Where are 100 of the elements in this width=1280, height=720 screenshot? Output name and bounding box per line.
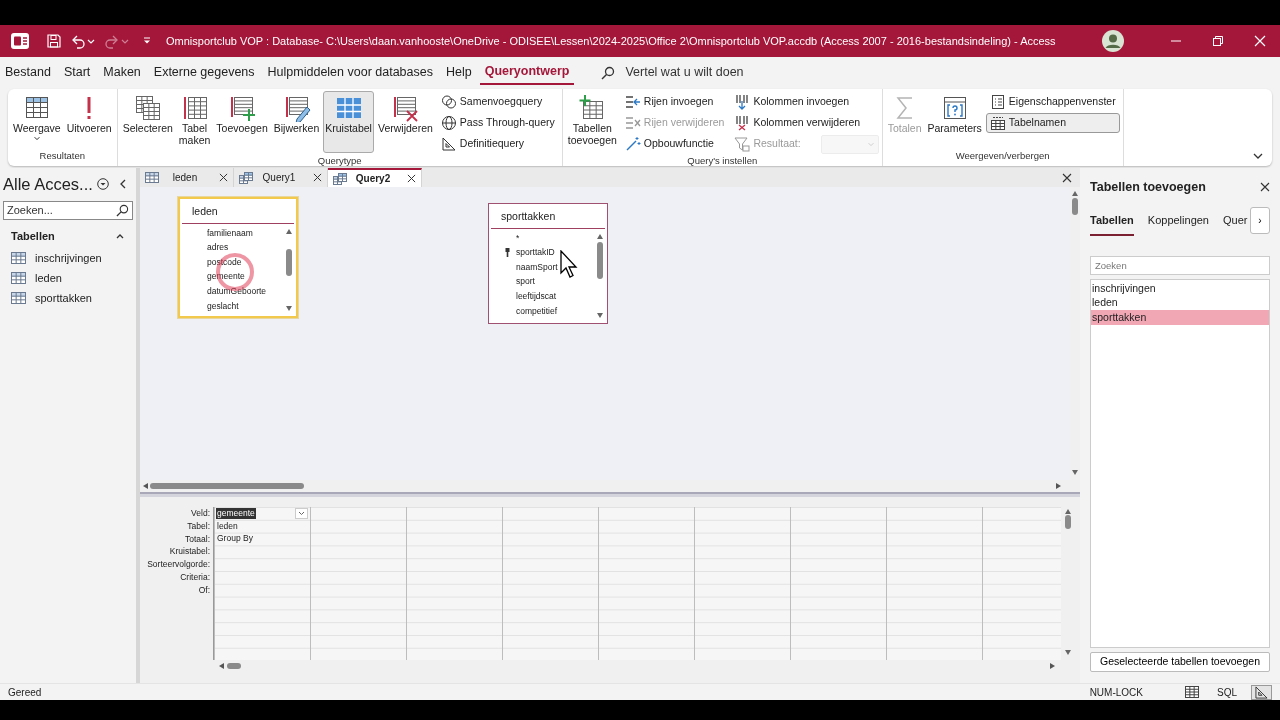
caret-icon [31, 134, 42, 143]
field-name[interactable]: familienaam [207, 226, 253, 240]
field-name[interactable]: geslacht [207, 299, 239, 313]
field-name[interactable]: gemeente [207, 270, 245, 284]
ribbon-button[interactable]: Weergave [11, 91, 63, 146]
pane-title: Alle Acces... [3, 174, 93, 195]
wand-icon [624, 136, 641, 152]
field-name[interactable]: postcode [207, 255, 242, 269]
navigation-item[interactable]: leden [3, 268, 62, 289]
restore-icon[interactable] [1212, 35, 1224, 47]
close-icon[interactable] [1062, 172, 1072, 183]
query-icon [333, 172, 347, 185]
design-view-button[interactable] [1251, 684, 1272, 700]
table-field-list[interactable]: leden familienaam adres postcode gemeente datumGeboorte geslacht [178, 197, 298, 318]
status-text: Gereed [8, 685, 42, 700]
ribbon-button[interactable]: Tabelnamen [985, 113, 1120, 133]
list-item[interactable]: inschrijvingen [1091, 280, 1269, 296]
caret-icon [866, 140, 875, 148]
navigation-item[interactable]: inschrijvingen [3, 248, 102, 269]
search-field[interactable]: Zoeken... [3, 200, 133, 220]
ribbon-button[interactable]: Kruistabel [323, 91, 374, 153]
table-title: sporttakken [491, 204, 605, 229]
search-icon [116, 203, 129, 217]
ribbon-button[interactable]: Kolommen verwijderen [730, 113, 879, 133]
ribbon-button[interactable]: Pass Through-query [436, 113, 559, 133]
list-item[interactable]: sporttakken [1091, 309, 1269, 325]
ribbon-button[interactable]: Kolommen invoegen [730, 92, 879, 112]
ribbon-button[interactable]: Uitvoeren [64, 91, 114, 138]
customize-caret-icon[interactable] [142, 36, 152, 46]
exclamation-icon [87, 94, 92, 122]
ribbon-button[interactable]: Opbouwfunctie [620, 134, 729, 154]
field-name[interactable]: sporttakID [516, 246, 555, 259]
circled-caret-icon[interactable] [96, 178, 109, 191]
field-name[interactable]: sport [516, 275, 535, 289]
menu-tab[interactable]: Help [440, 61, 477, 84]
row-label: Totaal: [183, 532, 211, 546]
overlapping-circles-icon [440, 94, 457, 110]
field-name[interactable]: competitief [516, 304, 558, 318]
field-name[interactable]: adres [207, 241, 229, 254]
ribbon-button[interactable]: Parameters [925, 91, 984, 138]
ribbon-button[interactable]: Eigenschappenvenster [985, 92, 1120, 112]
menu-tab[interactable]: Externe gegevens [148, 61, 260, 84]
ribbon-button[interactable]: Definitiequery [436, 134, 559, 154]
table-icon [11, 252, 26, 265]
table-plus-icon [228, 94, 257, 122]
table-cell[interactable]: Group By [216, 533, 254, 545]
combo-label: Resultaat: [730, 134, 805, 154]
table-icon [989, 115, 1006, 131]
search-field[interactable]: Zoeken [1090, 255, 1270, 275]
menu-tab[interactable]: Bestand [0, 61, 56, 84]
pane-tab[interactable]: Quer [1223, 208, 1248, 236]
document-tab[interactable]: Query2 [328, 168, 422, 187]
menu-tab[interactable]: Start [58, 61, 96, 84]
ribbon-button[interactable]: Tabel maken [176, 91, 213, 150]
ribbon-button[interactable]: Rijen invoegen [620, 92, 729, 112]
ribbon-button[interactable]: Tabellen toevoegen [565, 91, 619, 150]
columns-cross-icon [734, 115, 751, 131]
ribbon-button[interactable]: Bijwerken [271, 91, 322, 138]
sql-view-button[interactable]: SQL [1213, 684, 1241, 700]
undo-icon[interactable] [70, 33, 86, 49]
field-name[interactable]: naamSport [516, 260, 558, 274]
ribbon-button[interactable]: Toevoegen [214, 91, 270, 138]
table-icon [11, 272, 26, 285]
field-name[interactable]: leeftijdscat [516, 290, 557, 303]
search-icon [601, 65, 616, 80]
pane-tab[interactable]: Tabellen [1090, 208, 1134, 236]
table-icon [11, 292, 26, 305]
save-icon[interactable] [46, 33, 62, 49]
search-field[interactable]: Vertel wat u wilt doen [623, 62, 824, 83]
section-header: Tabellen [11, 228, 55, 244]
menu-tab[interactable]: Queryontwerp [479, 60, 575, 85]
table-cell[interactable]: gemeente [216, 507, 256, 519]
menu-tab[interactable]: Maken [98, 61, 146, 84]
table-field-list[interactable]: sporttakken * sporttakID naamSport sport leeftijdscat competitief [488, 203, 608, 324]
ribbon-button[interactable]: Samenvoegquery [436, 92, 559, 112]
funnel-icon [734, 136, 751, 152]
row-label: Of: [197, 583, 211, 597]
field-name[interactable]: datumGeboorte [207, 285, 267, 298]
lines-arrow-icon [624, 94, 641, 110]
field-name[interactable]: * [516, 231, 520, 245]
list-item[interactable]: leden [1091, 295, 1269, 310]
more-tabs-button[interactable]: › [1250, 206, 1270, 234]
dropdown-field[interactable] [820, 134, 879, 154]
menu-tab[interactable]: Hulpmiddelen voor databases [262, 61, 438, 84]
pane-title: Tabellen toevoegen [1090, 179, 1206, 196]
pane-tab[interactable]: Koppelingen [1147, 208, 1209, 236]
table-cross-icon [391, 94, 420, 122]
table-cell[interactable]: leden [216, 520, 239, 532]
group-label: Querytype [316, 154, 363, 168]
close-icon[interactable] [1260, 182, 1270, 193]
group-label: Resultaten [38, 148, 86, 163]
add-button[interactable]: Geselecteerde tabellen toevoegen [1090, 652, 1270, 672]
app-logo-icon [10, 31, 30, 51]
ribbon-button[interactable]: Verwijderen [375, 91, 435, 138]
list-icon [989, 94, 1006, 110]
row-label: Veld: [190, 507, 211, 520]
ribbon-button[interactable]: Selecteren [120, 91, 175, 138]
avatar-icon[interactable] [1102, 30, 1124, 52]
navigation-item[interactable]: sporttakken [3, 288, 92, 309]
key-icon [505, 248, 510, 258]
